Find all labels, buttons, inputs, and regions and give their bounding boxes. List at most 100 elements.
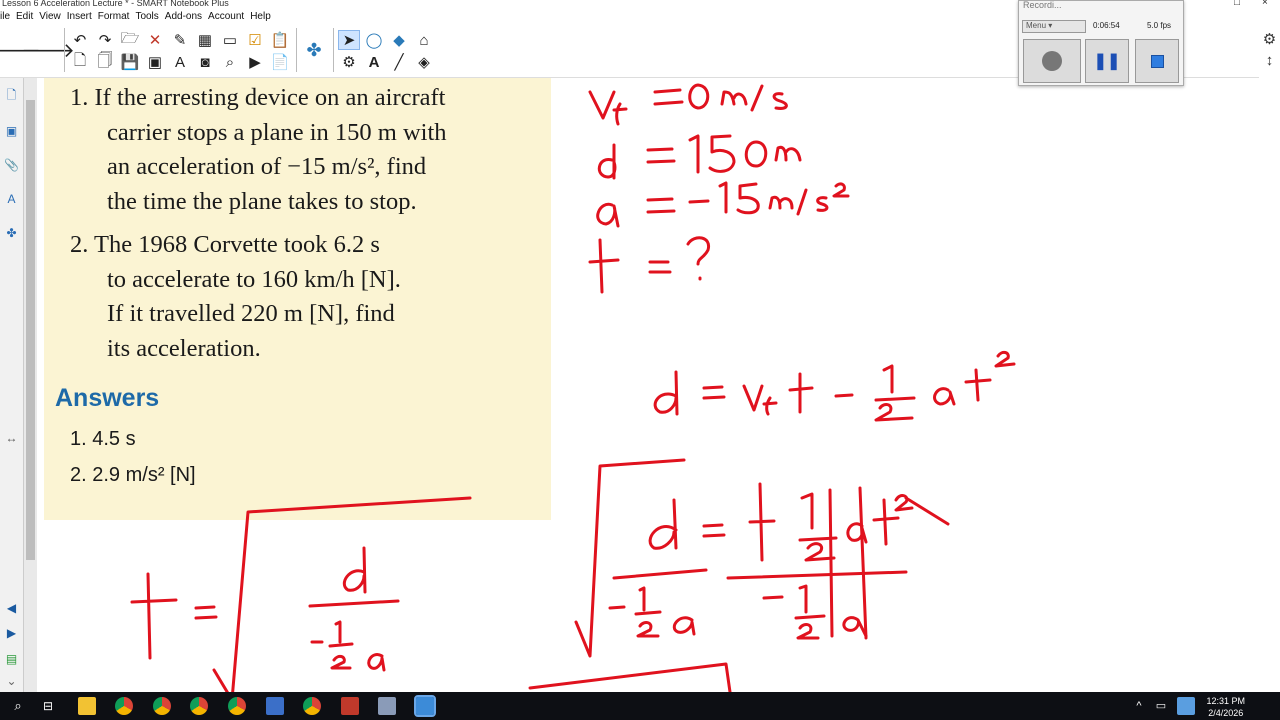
record-dot-icon <box>1042 51 1062 71</box>
eraser-fill-icon[interactable]: ⌂ <box>413 30 435 50</box>
magnifier-icon[interactable]: ⌕ <box>219 52 241 72</box>
text-tool-icon[interactable]: A <box>363 52 385 72</box>
fill-tool-icon[interactable]: ◆ <box>388 30 410 50</box>
move-sidebar-icon[interactable]: ↔ <box>3 429 20 446</box>
question-2-line-1: 2. The 1968 Corvette took 6.2 s <box>70 231 380 258</box>
menu-addons[interactable]: Add-ons <box>165 11 202 25</box>
vertical-scrollbar[interactable] <box>24 78 37 692</box>
media-app-icon[interactable] <box>341 697 359 715</box>
question-2-line-2: to accelerate to 160 km/h [N]. <box>107 266 401 293</box>
table-icon[interactable]: ▦ <box>194 30 216 50</box>
app-window-icon[interactable] <box>266 697 284 715</box>
stop-button[interactable] <box>1135 39 1179 83</box>
camera-icon[interactable]: ◙ <box>194 52 216 72</box>
menu-edit[interactable]: Edit <box>16 11 33 25</box>
menu-bar: ile Edit View Insert Format Tools Add-on… <box>0 11 271 25</box>
menu-tools[interactable]: Tools <box>135 11 158 25</box>
pause-icon: ❚❚ <box>1093 53 1121 70</box>
smart-notebook-icon[interactable] <box>414 695 436 717</box>
file-explorer-icon[interactable] <box>78 697 96 715</box>
page-sorter-tab-icon[interactable]: 🗋 <box>3 88 20 105</box>
sidebar-scroll-down-icon[interactable]: ⌄ <box>3 672 20 689</box>
screen-shade-icon[interactable]: ▣ <box>144 52 166 72</box>
sidebar-next-icon[interactable]: ▶ <box>3 624 20 641</box>
gallery-tab-icon[interactable]: ▣ <box>3 122 20 139</box>
question-1-line-4: the time the plane takes to stop. <box>107 188 417 215</box>
record-button[interactable] <box>1023 39 1081 83</box>
chrome-icon[interactable] <box>190 697 208 715</box>
recorder-title: Recordi... <box>1023 0 1062 10</box>
tray-chevron-icon[interactable]: ^ <box>1130 697 1148 715</box>
answer-2: 2. 2.9 m/s² [N] <box>70 464 196 486</box>
new-page-icon[interactable]: 🗋 <box>69 52 91 72</box>
chrome-icon[interactable] <box>153 697 171 715</box>
sidebar-prev-icon[interactable]: ◀ <box>3 599 20 616</box>
menu-view[interactable]: View <box>39 11 61 25</box>
answers-heading: Answers <box>55 384 160 412</box>
addons-puzzle-icon[interactable]: ✤ <box>303 40 325 60</box>
network-icon[interactable]: ▭ <box>1152 697 1170 715</box>
question-1-line-1: 1. If the arresting device on an aircraf… <box>70 84 446 111</box>
menu-format[interactable]: Format <box>98 11 130 25</box>
recorder-menu-label: Menu <box>1026 21 1047 30</box>
side-tabs-panel: 🗋 ▣ 📎 A ✤ ↔ ◀ ▶ ▤ ⌄ <box>0 78 24 692</box>
next-page-icon[interactable]: 🡒 <box>21 40 75 62</box>
window-title: Lesson 6 Acceleration Lecture * - SMART … <box>2 0 229 8</box>
recorder-elapsed-time: 0:06:54 <box>1093 21 1120 30</box>
eraser-icon[interactable]: ◈ <box>413 52 435 72</box>
menu-account[interactable]: Account <box>208 11 244 25</box>
text-style-icon[interactable]: A <box>169 52 191 72</box>
menu-help[interactable]: Help <box>250 11 271 25</box>
settings-gear-icon[interactable]: ⚙ <box>1259 30 1280 48</box>
redo-icon[interactable]: ↷ <box>94 30 116 50</box>
recorder-menu-dropdown[interactable]: Menu ▾ <box>1022 20 1086 33</box>
video-icon[interactable]: ▶ <box>244 52 266 72</box>
page-add-icon[interactable]: 🗍 <box>94 52 116 72</box>
taskbar-clock[interactable]: 12:31 PM 2/4/2026 <box>1206 695 1245 719</box>
sidebar-page-icon[interactable]: ▤ <box>3 650 20 667</box>
attachments-tab-icon[interactable]: 📎 <box>3 156 20 173</box>
clock-time: 12:31 PM <box>1206 696 1245 706</box>
menu-insert[interactable]: Insert <box>67 11 92 25</box>
delete-icon[interactable]: ✕ <box>144 30 166 50</box>
screen-display-icon[interactable]: ▭ <box>219 30 241 50</box>
line-tool-icon[interactable]: ╱ <box>388 52 410 72</box>
shapes-tool-icon[interactable]: ◯ <box>363 30 385 50</box>
question-1-line-3: an acceleration of −15 m/s², find <box>107 153 427 180</box>
pen-settings-icon[interactable]: ✎ <box>169 30 191 50</box>
save-icon[interactable]: 💾 <box>119 52 141 72</box>
stop-icon <box>1150 54 1164 68</box>
select-tool-icon[interactable]: ➤ <box>338 30 360 50</box>
close-app-icon[interactable]: × <box>1262 0 1268 8</box>
chrome-icon[interactable] <box>115 697 133 715</box>
right-toolbar: ⚙ ↕ <box>1259 26 1280 78</box>
undo-icon[interactable]: ↶ <box>69 30 91 50</box>
open-file-icon[interactable]: 🗁 <box>119 30 141 50</box>
search-icon[interactable]: ⌕ <box>9 697 27 715</box>
paste-icon[interactable]: 📄 <box>269 52 291 72</box>
response-icon[interactable]: ☑ <box>244 30 266 50</box>
task-view-icon[interactable]: ⊟ <box>39 697 57 715</box>
restore-icon[interactable]: □ <box>1234 0 1240 8</box>
scrollbar-thumb[interactable] <box>26 100 35 560</box>
measure-tool-icon[interactable]: ⚙ <box>338 52 360 72</box>
answer-1: 1. 4.5 s <box>70 428 136 450</box>
recorder-fps: 5.0 fps <box>1147 21 1172 30</box>
toolbar-move-icon[interactable]: ↕ <box>1259 52 1280 69</box>
addons-tab-icon[interactable]: ✤ <box>3 224 20 241</box>
document-app-icon[interactable] <box>378 697 396 715</box>
screen-recorder-widget: Recordi... Menu ▾ 0:06:54 5.0 fps ❚❚ <box>1018 0 1184 86</box>
clock-date: 2/4/2026 <box>1208 708 1244 718</box>
clipboard-icon[interactable]: 📋 <box>269 30 291 50</box>
question-2-line-3: If it travelled 220 m [N], find <box>107 300 395 327</box>
chrome-icon[interactable] <box>228 697 246 715</box>
windows-taskbar: ⌕ ⊟ ^ ▭ 12:31 PM 2/4/2026 <box>0 692 1280 720</box>
question-2-line-4: its acceleration. <box>107 335 261 362</box>
properties-tab-icon[interactable]: A <box>3 190 20 207</box>
question-1-line-2: carrier stops a plane in 150 m with <box>107 119 447 146</box>
menu-file[interactable]: ile <box>0 11 10 25</box>
recorder-tray-icon[interactable] <box>1177 697 1195 715</box>
smart-notebook-window: Lesson 6 Acceleration Lecture * - SMART … <box>0 0 1280 720</box>
chrome-icon[interactable] <box>303 697 321 715</box>
pause-button[interactable]: ❚❚ <box>1085 39 1129 83</box>
